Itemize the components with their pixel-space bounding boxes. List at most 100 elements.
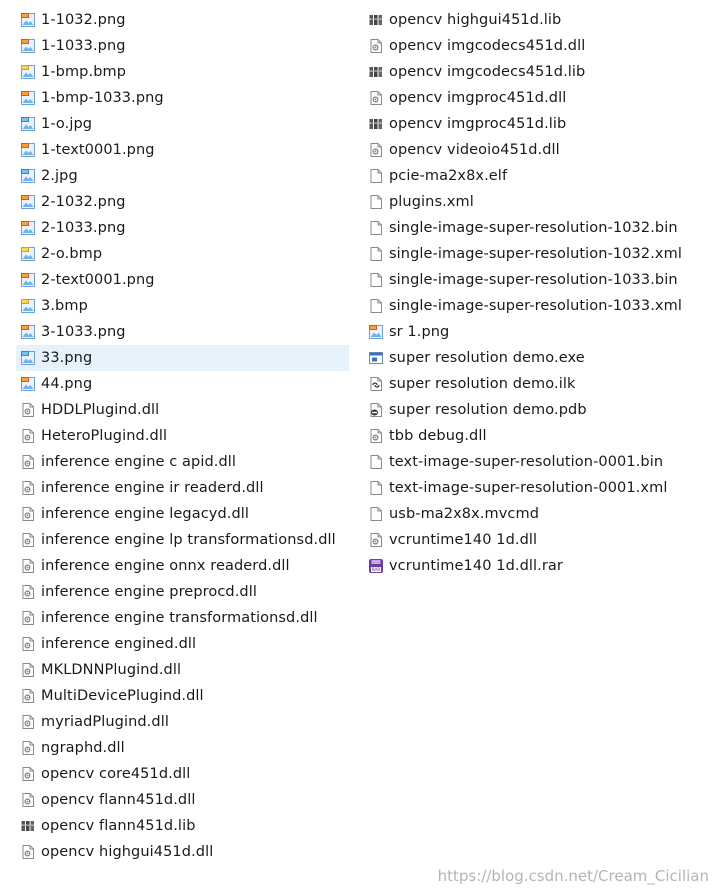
file-item[interactable]: 2-o.bmp	[16, 241, 349, 267]
dll-file-icon	[20, 740, 36, 756]
file-name: 3-1033.png	[41, 324, 126, 340]
file-name: vcruntime140 1d.dll.rar	[389, 558, 563, 574]
file-item[interactable]: 1-1032.png	[16, 7, 349, 33]
file-item[interactable]: inference engine onnx readerd.dll	[16, 553, 349, 579]
file-name: inference engine ir readerd.dll	[41, 480, 264, 496]
file-item[interactable]: 3-1033.png	[16, 319, 349, 345]
file-name: 44.png	[41, 376, 93, 392]
file-item[interactable]: opencv flann451d.dll	[16, 787, 349, 813]
file-item[interactable]: MultiDevicePlugind.dll	[16, 683, 349, 709]
file-item[interactable]: inference engined.dll	[16, 631, 349, 657]
file-item[interactable]: opencv flann451d.lib	[16, 813, 349, 839]
file-name: usb-ma2x8x.mvcmd	[389, 506, 540, 522]
file-item[interactable]: MKLDNNPlugind.dll	[16, 657, 349, 683]
png-file-icon	[20, 90, 36, 106]
file-name: inference engine preprocd.dll	[41, 584, 257, 600]
file-name: 1-1032.png	[41, 12, 126, 28]
bmp-file-icon	[20, 246, 36, 262]
file-name: super resolution demo.pdb	[389, 402, 587, 418]
lib-file-icon	[368, 64, 384, 80]
file-item[interactable]: super resolution demo.pdb	[364, 397, 704, 423]
file-item[interactable]: HDDLPlugind.dll	[16, 397, 349, 423]
file-item[interactable]: single-image-super-resolution-1032.bin	[364, 215, 704, 241]
file-name: 2-o.bmp	[41, 246, 103, 262]
file-name: inference engine legacyd.dll	[41, 506, 250, 522]
file-item[interactable]: myriadPlugind.dll	[16, 709, 349, 735]
file-item[interactable]: 2-1032.png	[16, 189, 349, 215]
file-item[interactable]: 2.jpg	[16, 163, 349, 189]
dll-file-icon	[20, 714, 36, 730]
file-name: inference engined.dll	[41, 636, 197, 652]
file-item[interactable]: pcie-ma2x8x.elf	[364, 163, 704, 189]
file-item[interactable]: plugins.xml	[364, 189, 704, 215]
file-item[interactable]: vcruntime140 1d.dll	[364, 527, 704, 553]
dll-file-icon	[20, 844, 36, 860]
file-item[interactable]: single-image-super-resolution-1033.bin	[364, 267, 704, 293]
file-item[interactable]: single-image-super-resolution-1033.xml	[364, 293, 704, 319]
file-name: single-image-super-resolution-1033.xml	[389, 298, 682, 314]
file-item[interactable]: RAR vcruntime140 1d.dll.rar	[364, 553, 704, 579]
file-item[interactable]: 33.png	[16, 345, 349, 371]
generic-file-icon	[368, 246, 384, 262]
file-name: 2-1032.png	[41, 194, 126, 210]
file-item[interactable]: inference engine preprocd.dll	[16, 579, 349, 605]
file-item[interactable]: opencv highgui451d.lib	[364, 7, 704, 33]
ilk-file-icon	[368, 376, 384, 392]
png-file-icon	[20, 142, 36, 158]
file-name: opencv flann451d.dll	[41, 792, 196, 808]
file-item[interactable]: text-image-super-resolution-0001.bin	[364, 449, 704, 475]
generic-file-icon	[368, 454, 384, 470]
file-item[interactable]: HeteroPlugind.dll	[16, 423, 349, 449]
file-name: tbb debug.dll	[389, 428, 487, 444]
file-item[interactable]: inference engine legacyd.dll	[16, 501, 349, 527]
file-item[interactable]: tbb debug.dll	[364, 423, 704, 449]
file-item[interactable]: inference engine transformationsd.dll	[16, 605, 349, 631]
file-item[interactable]: sr 1.png	[364, 319, 704, 345]
file-item[interactable]: opencv imgcodecs451d.lib	[364, 59, 704, 85]
file-name: 2-1033.png	[41, 220, 126, 236]
file-item[interactable]: super resolution demo.ilk	[364, 371, 704, 397]
file-item[interactable]: 1-1033.png	[16, 33, 349, 59]
file-item[interactable]: opencv imgproc451d.lib	[364, 111, 704, 137]
file-item[interactable]: super resolution demo.exe	[364, 345, 704, 371]
file-name: MKLDNNPlugind.dll	[41, 662, 182, 678]
file-item[interactable]: opencv core451d.dll	[16, 761, 349, 787]
file-item[interactable]: 1-text0001.png	[16, 137, 349, 163]
dll-file-icon	[368, 142, 384, 158]
file-name: opencv imgcodecs451d.lib	[389, 64, 586, 80]
dll-file-icon	[368, 428, 384, 444]
file-item[interactable]: ngraphd.dll	[16, 735, 349, 761]
file-name: 1-bmp.bmp	[41, 64, 127, 80]
generic-file-icon	[368, 168, 384, 184]
file-item[interactable]: 1-bmp-1033.png	[16, 85, 349, 111]
generic-file-icon	[368, 194, 384, 210]
file-item[interactable]: single-image-super-resolution-1032.xml	[364, 241, 704, 267]
file-name: sr 1.png	[389, 324, 450, 340]
file-item[interactable]: inference engine ir readerd.dll	[16, 475, 349, 501]
dll-file-icon	[368, 38, 384, 54]
file-item[interactable]: 44.png	[16, 371, 349, 397]
png-file-icon	[20, 220, 36, 236]
file-item[interactable]: 1-bmp.bmp	[16, 59, 349, 85]
file-item[interactable]: opencv imgproc451d.dll	[364, 85, 704, 111]
file-name: 33.png	[41, 350, 93, 366]
file-name: ngraphd.dll	[41, 740, 125, 756]
dll-file-icon	[20, 688, 36, 704]
file-name: 1-text0001.png	[41, 142, 155, 158]
dll-file-icon	[20, 532, 36, 548]
file-item[interactable]: 1-o.jpg	[16, 111, 349, 137]
file-item[interactable]: opencv imgcodecs451d.dll	[364, 33, 704, 59]
file-item[interactable]: 2-text0001.png	[16, 267, 349, 293]
file-item[interactable]: inference engine lp transformationsd.dll	[16, 527, 349, 553]
file-item[interactable]: inference engine c apid.dll	[16, 449, 349, 475]
file-item[interactable]: 2-1033.png	[16, 215, 349, 241]
file-name: opencv imgproc451d.dll	[389, 90, 567, 106]
file-item[interactable]: 3.bmp	[16, 293, 349, 319]
file-item[interactable]: usb-ma2x8x.mvcmd	[364, 501, 704, 527]
file-name: opencv imgcodecs451d.dll	[389, 38, 586, 54]
file-item[interactable]: text-image-super-resolution-0001.xml	[364, 475, 704, 501]
file-name: 1-1033.png	[41, 38, 126, 54]
file-item[interactable]: opencv videoio451d.dll	[364, 137, 704, 163]
dll-file-icon	[20, 636, 36, 652]
file-item[interactable]: opencv highgui451d.dll	[16, 839, 349, 865]
